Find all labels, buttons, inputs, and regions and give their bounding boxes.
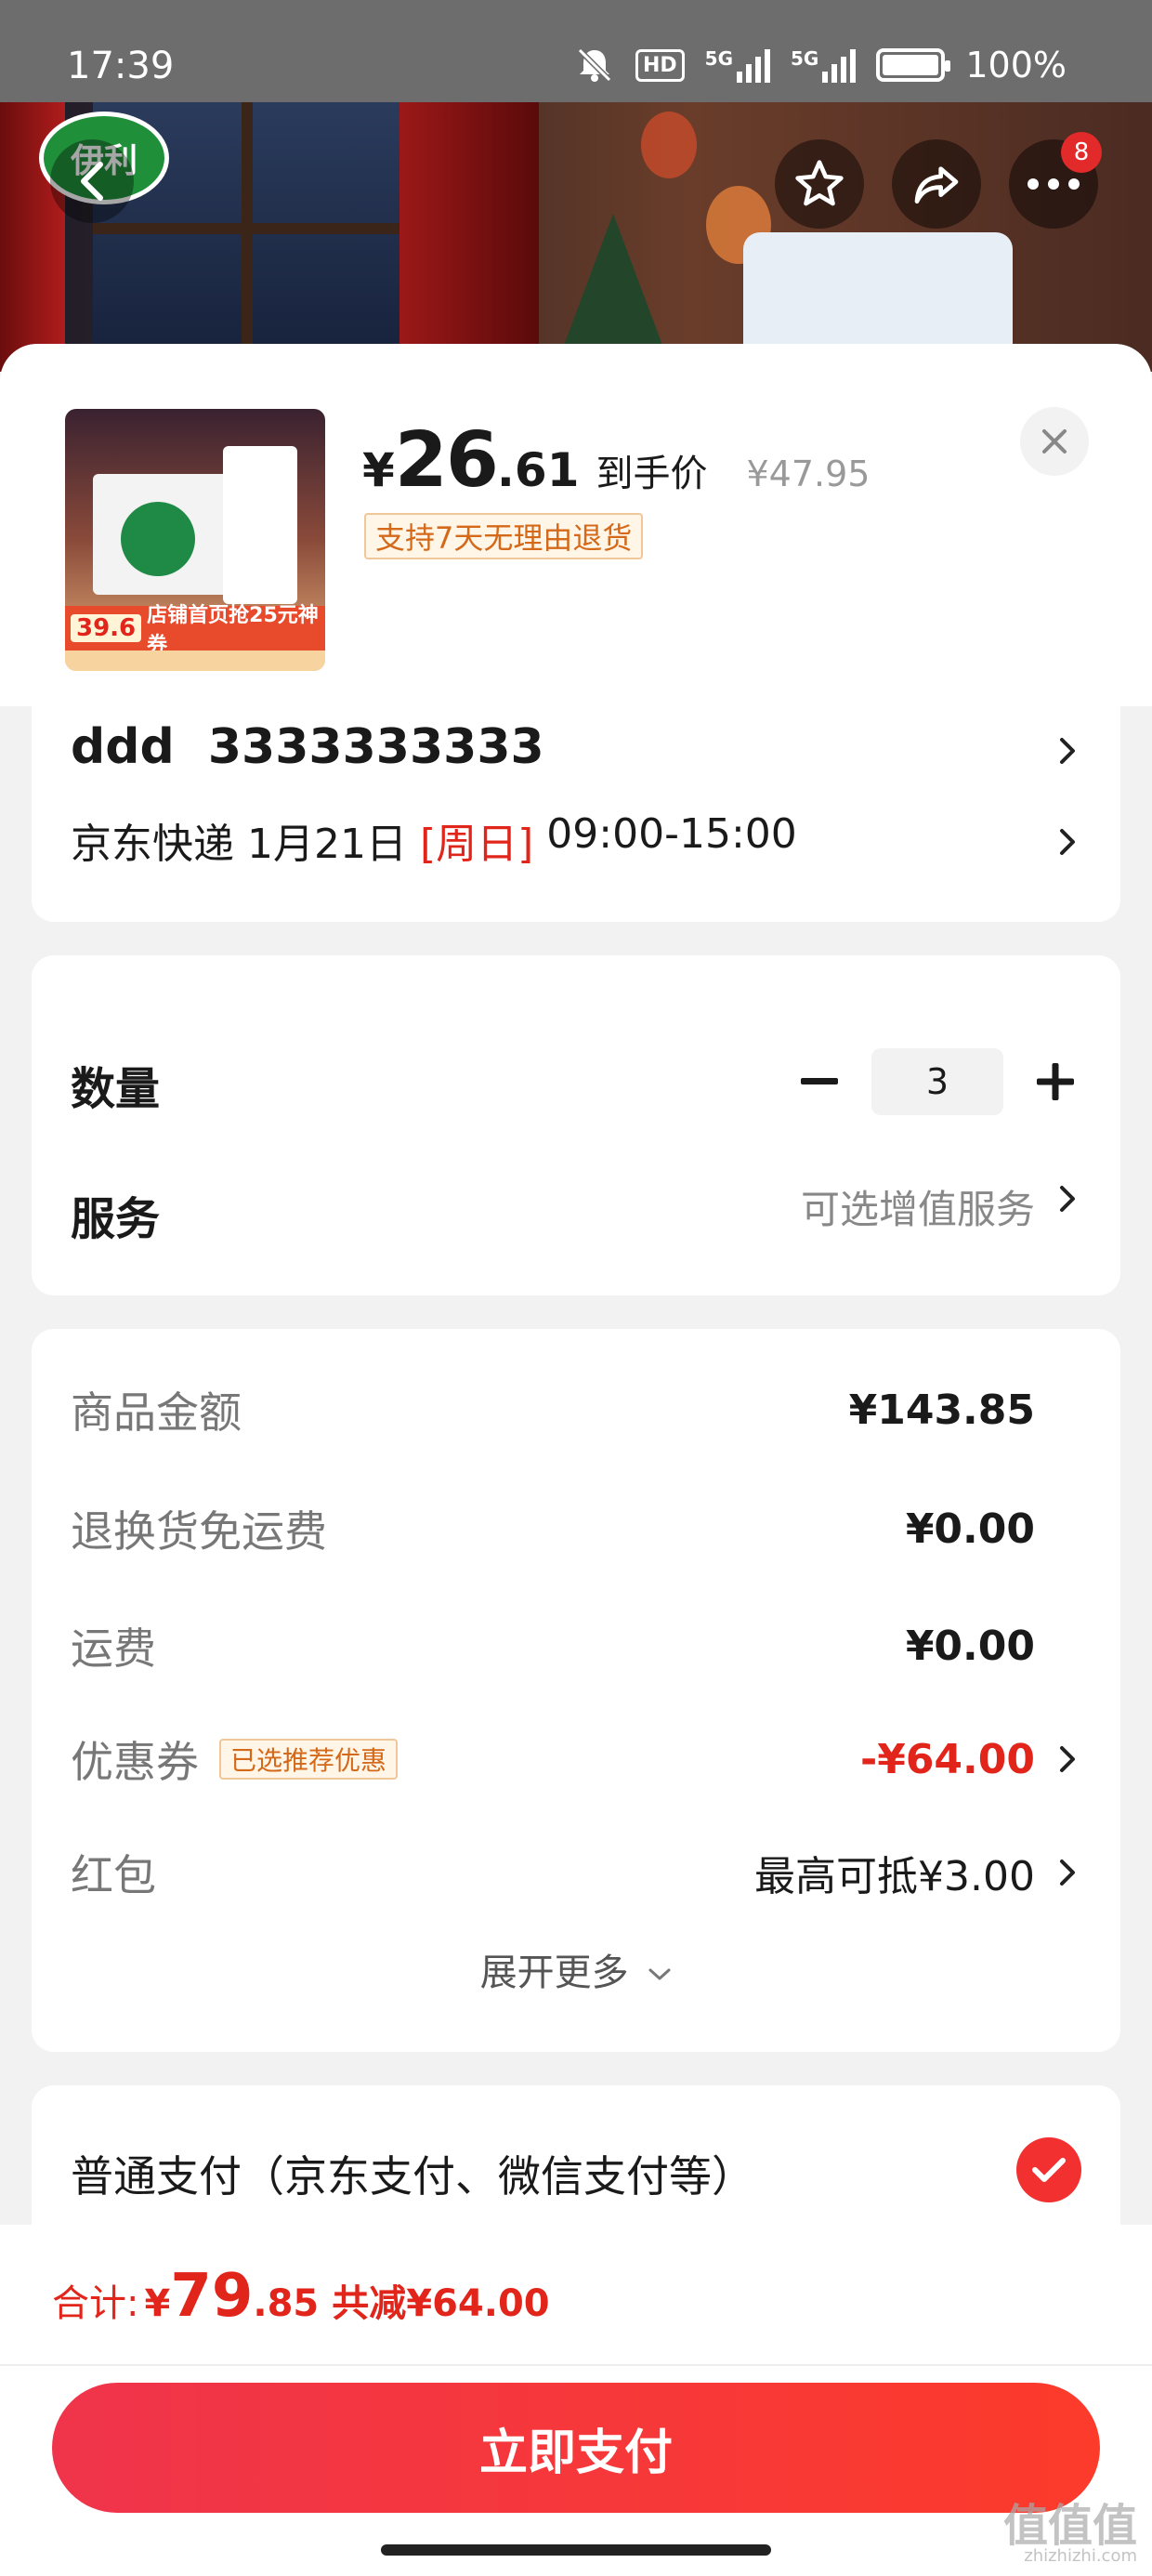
close-icon bbox=[1042, 429, 1067, 453]
red-packet-row[interactable]: 红包 最高可抵¥3.00 bbox=[71, 1840, 1081, 1905]
red-packet-label: 红包 bbox=[71, 1850, 156, 1900]
total-saved: 共减¥64.00 bbox=[332, 2282, 550, 2325]
recipient-name-phone: ddd 3333333333 bbox=[71, 719, 544, 775]
coupon-value: -¥64.00 bbox=[859, 1735, 1035, 1783]
divider bbox=[0, 2364, 1152, 2366]
minus-button[interactable] bbox=[793, 1056, 845, 1108]
goods-amount-label: 商品金额 bbox=[71, 1387, 242, 1438]
more-icon bbox=[1028, 178, 1080, 190]
delivery-day: [周日] bbox=[419, 821, 534, 868]
product-banner: 伊利 8 bbox=[0, 102, 1152, 372]
watermark: 值值值 zhizhizhi.com bbox=[1003, 2504, 1137, 2565]
price-decimal: .61 bbox=[496, 443, 580, 497]
coupon-row[interactable]: 优惠券 已选推荐优惠 -¥64.00 bbox=[71, 1727, 1081, 1792]
chevron-right-icon[interactable] bbox=[1054, 1741, 1081, 1778]
address-card[interactable]: ddd 3333333333 京东快递 1月21日 [周日] 09:00-15:… bbox=[32, 706, 1120, 922]
share-icon bbox=[914, 166, 959, 204]
thumbnail-promo: 39.6 店铺首页抢25元神券 bbox=[65, 604, 325, 657]
quantity-label: 数量 bbox=[71, 1063, 161, 1115]
return-policy-tag: 支持7天无理由退货 bbox=[364, 513, 644, 559]
thumbnail-promo-text: 店铺首页抢25元神券 bbox=[147, 604, 319, 657]
banner-decoration bbox=[399, 102, 539, 372]
original-price: ¥47.95 bbox=[746, 453, 871, 494]
product-summary: 39.6 店铺首页抢25元神券 ¥ 26 .61 到手价 ¥47.95 支持7天… bbox=[0, 344, 1152, 706]
minus-icon bbox=[801, 1078, 838, 1084]
banner-decoration bbox=[557, 214, 669, 362]
chevron-right-icon[interactable] bbox=[1054, 1854, 1081, 1891]
status-bar: 17:39 HD 5G 5G 100% bbox=[0, 0, 1152, 102]
payment-method-checkbox[interactable] bbox=[1016, 2137, 1081, 2202]
coupon-label: 优惠券 bbox=[71, 1737, 199, 1787]
checkout-bar: 合计: ¥ 79 .85 共减¥64.00 立即支付 值值值 zhizhizhi… bbox=[0, 2225, 1152, 2576]
price-detail-card: 商品金额 ¥143.85 退换货免运费 ¥0.00 运费 ¥0.00 优惠券 已… bbox=[32, 1329, 1120, 2052]
service-label: 服务 bbox=[71, 1193, 161, 1245]
red-packet-value: 最高可抵¥3.00 bbox=[754, 1853, 1035, 1900]
chevron-right-icon[interactable] bbox=[1054, 732, 1081, 769]
expand-more-button[interactable]: 展开更多 bbox=[32, 1942, 1120, 1996]
battery-percent: 100% bbox=[965, 45, 1067, 85]
back-icon bbox=[81, 162, 103, 201]
payment-method-label: 普通支付（京东支付、微信支付等） bbox=[71, 2151, 754, 2201]
pay-now-button[interactable]: 立即支付 bbox=[52, 2383, 1100, 2513]
back-button[interactable] bbox=[50, 139, 134, 223]
delivery-info[interactable]: 京东快递 1月21日 [周日] 09:00-15:00 bbox=[71, 810, 797, 870]
hd-icon: HD bbox=[635, 48, 685, 82]
expand-more-label: 展开更多 bbox=[479, 1952, 629, 1994]
status-time: 17:39 bbox=[67, 45, 175, 87]
product-thumbnail[interactable]: 39.6 店铺首页抢25元神券 bbox=[65, 409, 325, 671]
network-5g-2: 5G bbox=[791, 47, 857, 83]
shipping-row: 运费 ¥0.00 bbox=[71, 1613, 1081, 1678]
price-symbol: ¥ bbox=[362, 443, 395, 497]
star-icon bbox=[795, 160, 844, 206]
watermark-url: zhizhizhi.com bbox=[1024, 2546, 1137, 2566]
shipping-label: 运费 bbox=[71, 1623, 156, 1674]
check-icon bbox=[1032, 2158, 1066, 2182]
signal-icon bbox=[737, 47, 771, 83]
plus-button[interactable] bbox=[1029, 1056, 1081, 1108]
return-shipping-row: 退换货免运费 ¥0.00 bbox=[71, 1496, 1081, 1561]
total-decimal: .85 bbox=[253, 2282, 320, 2325]
quantity-card: 数量 3 服务 可选增值服务 bbox=[32, 955, 1120, 1295]
bell-off-icon bbox=[577, 47, 612, 83]
status-icons: HD 5G 5G 100% bbox=[574, 45, 1067, 85]
delivery-carrier-date: 京东快递 1月21日 bbox=[71, 821, 420, 868]
quantity-input[interactable]: 3 bbox=[871, 1048, 1003, 1115]
more-button[interactable]: 8 bbox=[1009, 132, 1102, 229]
goods-amount-row: 商品金额 ¥143.85 bbox=[71, 1377, 1081, 1442]
signal-icon bbox=[822, 47, 857, 83]
coupon-tag: 已选推荐优惠 bbox=[219, 1739, 399, 1780]
net2-label: 5G bbox=[791, 47, 819, 70]
chevron-right-icon[interactable] bbox=[1054, 1180, 1081, 1217]
goods-amount-value: ¥143.85 bbox=[848, 1386, 1035, 1434]
quantity-stepper[interactable]: 3 bbox=[793, 1048, 1081, 1115]
total-symbol: ¥ bbox=[144, 2282, 171, 2325]
total-amount: 合计: ¥ 79 .85 共减¥64.00 bbox=[52, 2262, 550, 2331]
price-integer: 26 bbox=[394, 416, 499, 505]
return-shipping-label: 退换货免运费 bbox=[71, 1506, 327, 1557]
total-integer: 79 bbox=[170, 2262, 254, 2331]
return-shipping-value: ¥0.00 bbox=[905, 1505, 1035, 1553]
home-indicator[interactable] bbox=[381, 2544, 771, 2556]
chevron-right-icon[interactable] bbox=[1054, 823, 1081, 861]
shipping-value: ¥0.00 bbox=[905, 1622, 1035, 1670]
banner-decoration bbox=[641, 112, 697, 178]
net1-label: 5G bbox=[704, 47, 734, 70]
network-5g-1: 5G bbox=[704, 47, 771, 83]
price-tag: 到手价 bbox=[596, 453, 708, 495]
share-button[interactable] bbox=[892, 139, 981, 229]
thumbnail-price: 39.6 bbox=[71, 614, 142, 642]
plus-icon bbox=[1037, 1063, 1074, 1100]
close-button[interactable] bbox=[1020, 407, 1089, 476]
battery-icon bbox=[876, 48, 951, 82]
service-value[interactable]: 可选增值服务 bbox=[801, 1178, 1035, 1235]
chevron-down-icon bbox=[648, 1968, 671, 1980]
delivery-time: 09:00-15:00 bbox=[533, 810, 797, 858]
watermark-text: 值值值 bbox=[1002, 2500, 1137, 2552]
favorite-button[interactable] bbox=[775, 139, 864, 229]
price-line: ¥ 26 .61 到手价 ¥47.95 bbox=[362, 416, 870, 505]
message-badge: 8 bbox=[1061, 132, 1102, 173]
total-label: 合计: bbox=[52, 2282, 139, 2325]
